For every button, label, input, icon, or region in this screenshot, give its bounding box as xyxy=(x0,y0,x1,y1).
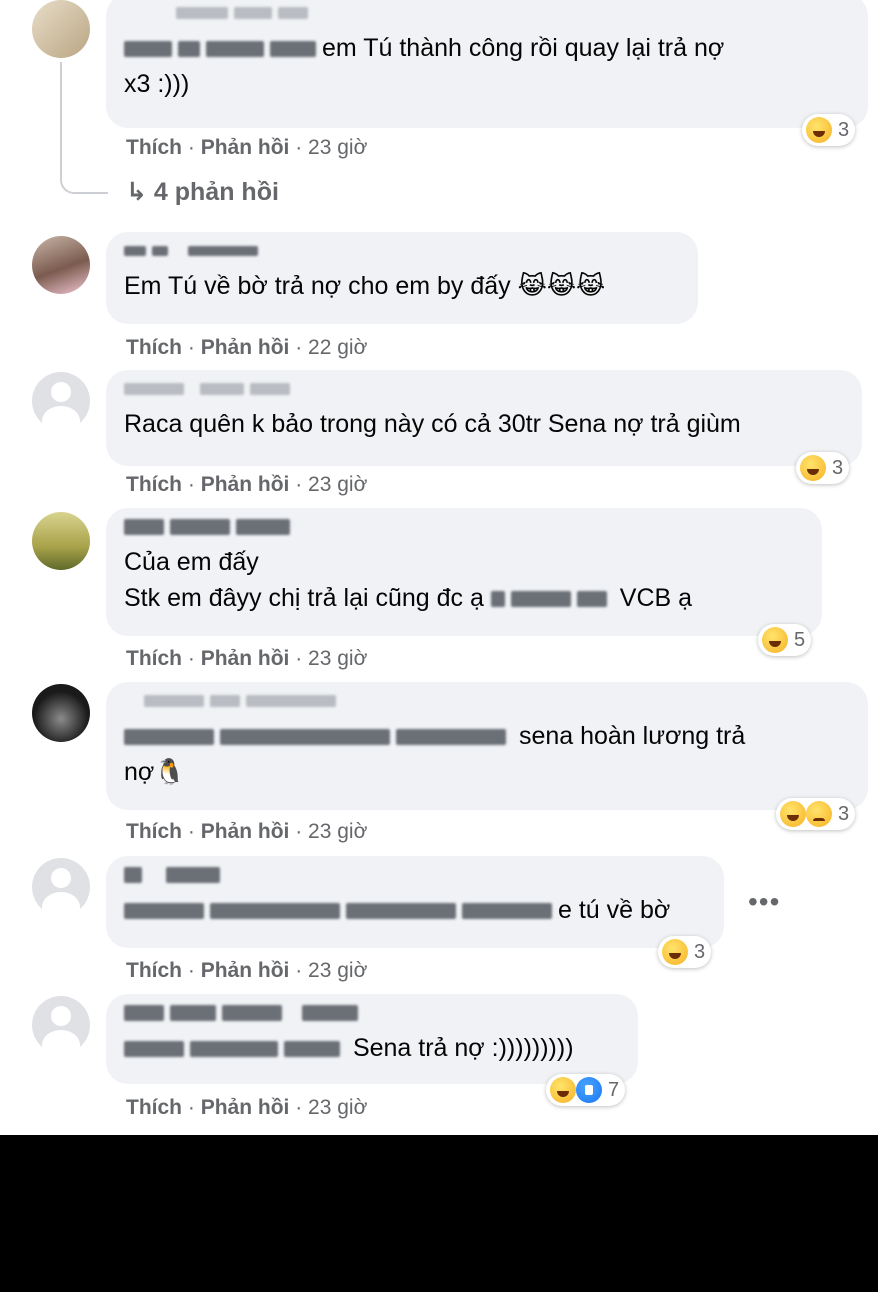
like-link[interactable]: Thích xyxy=(126,820,182,843)
like-link[interactable]: Thích xyxy=(126,136,182,159)
timestamp[interactable]: 23 giờ xyxy=(308,647,367,670)
comment-bubble: em Tú thành công rồi quay lại trả nợ x3 … xyxy=(106,0,868,128)
timestamp[interactable]: 23 giờ xyxy=(308,959,367,982)
like-link[interactable]: Thích xyxy=(126,473,182,496)
comment-actions: Thích · Phản hồi · 23 giờ xyxy=(126,820,368,843)
avatar[interactable] xyxy=(32,512,90,570)
default-avatar-icon[interactable] xyxy=(32,858,90,916)
sad-icon xyxy=(806,801,832,827)
reaction-summary[interactable]: 3 xyxy=(658,936,712,968)
like-link[interactable]: Thích xyxy=(126,959,182,982)
comment-bubble: sena hoàn lương trả nợ🐧 xyxy=(106,682,868,810)
timestamp[interactable]: 22 giờ xyxy=(308,336,367,359)
timestamp[interactable]: 23 giờ xyxy=(308,1096,367,1119)
comment-actions: Thích · Phản hồi · 22 giờ xyxy=(126,336,368,359)
comment-actions: Thích · Phản hồi · 23 giờ xyxy=(126,1096,368,1119)
more-options-icon[interactable]: ••• xyxy=(748,886,780,918)
avatar[interactable] xyxy=(32,236,90,294)
commenter-name-redacted[interactable] xyxy=(124,4,850,30)
like-icon xyxy=(576,1077,602,1103)
comment-bubble: Sena trả nợ :))))))))) xyxy=(106,994,638,1084)
reply-link[interactable]: Phản hồi xyxy=(201,473,290,496)
reply-arrow-icon: ↳ xyxy=(126,178,147,206)
comment-text: Của em đấy Stk em đâyy chị trả lại cũng … xyxy=(124,548,693,612)
reply-link[interactable]: Phản hồi xyxy=(201,1096,290,1119)
comment-text: Sena trả nợ :))))))))) xyxy=(124,1030,620,1066)
comment-text: e tú về bờ xyxy=(124,892,706,928)
like-link[interactable]: Thích xyxy=(126,336,182,359)
reply-link[interactable]: Phản hồi xyxy=(201,336,290,359)
commenter-name-redacted[interactable] xyxy=(124,866,706,892)
timestamp[interactable]: 23 giờ xyxy=(308,136,367,159)
commenter-name-redacted[interactable] xyxy=(124,242,680,268)
default-avatar-icon[interactable] xyxy=(32,372,90,430)
commenter-name-redacted[interactable] xyxy=(124,692,850,718)
comment-feed: em Tú thành công rồi quay lại trả nợ x3 … xyxy=(0,0,878,1135)
haha-icon xyxy=(780,801,806,827)
reply-link[interactable]: Phản hồi xyxy=(201,959,290,982)
reaction-summary[interactable]: 7 xyxy=(546,1074,626,1106)
comment-text: Raca quên k bảo trong này có cả 30tr Sen… xyxy=(124,410,741,438)
thread-connector xyxy=(60,62,108,194)
comment-text: em Tú thành công rồi quay lại trả nợ x3 … xyxy=(124,34,725,98)
comment-bubble: Của em đấy Stk em đâyy chị trả lại cũng … xyxy=(106,508,822,636)
haha-icon xyxy=(806,117,832,143)
commenter-name-redacted[interactable] xyxy=(124,518,804,544)
comment-actions: Thích · Phản hồi · 23 giờ xyxy=(126,473,368,496)
avatar[interactable] xyxy=(32,0,90,58)
reaction-summary[interactable]: 5 xyxy=(758,624,812,656)
comment-bubble: Em Tú về bờ trả nợ cho em by đấy 😹😹😹 xyxy=(106,232,698,324)
haha-icon xyxy=(762,627,788,653)
commenter-name-redacted[interactable] xyxy=(124,380,844,406)
haha-icon xyxy=(550,1077,576,1103)
haha-icon xyxy=(662,939,688,965)
reply-link[interactable]: Phản hồi xyxy=(201,647,290,670)
comment-bubble: Raca quên k bảo trong này có cả 30tr Sen… xyxy=(106,370,862,466)
view-replies-link[interactable]: ↳ 4 phản hồi xyxy=(126,177,279,207)
like-link[interactable]: Thích xyxy=(126,1096,182,1119)
comment-actions: Thích · Phản hồi · 23 giờ xyxy=(126,136,368,159)
default-avatar-icon[interactable] xyxy=(32,996,90,1054)
reply-link[interactable]: Phản hồi xyxy=(201,136,290,159)
commenter-name-redacted[interactable] xyxy=(124,1004,620,1030)
timestamp[interactable]: 23 giờ xyxy=(308,473,367,496)
avatar[interactable] xyxy=(32,684,90,742)
timestamp[interactable]: 23 giờ xyxy=(308,820,367,843)
reaction-summary[interactable]: 3 xyxy=(802,114,856,146)
reaction-summary[interactable]: 3 xyxy=(796,452,850,484)
comment-actions: Thích · Phản hồi · 23 giờ xyxy=(126,959,368,982)
reaction-summary[interactable]: 3 xyxy=(776,798,856,830)
comment-text: Em Tú về bờ trả nợ cho em by đấy 😹😹😹 xyxy=(124,272,606,300)
comment-text: sena hoàn lương trả nợ🐧 xyxy=(124,722,746,786)
reply-link[interactable]: Phản hồi xyxy=(201,820,290,843)
like-link[interactable]: Thích xyxy=(126,647,182,670)
comment-bubble: e tú về bờ xyxy=(106,856,724,948)
haha-icon xyxy=(800,455,826,481)
comment-actions: Thích · Phản hồi · 23 giờ xyxy=(126,647,368,670)
